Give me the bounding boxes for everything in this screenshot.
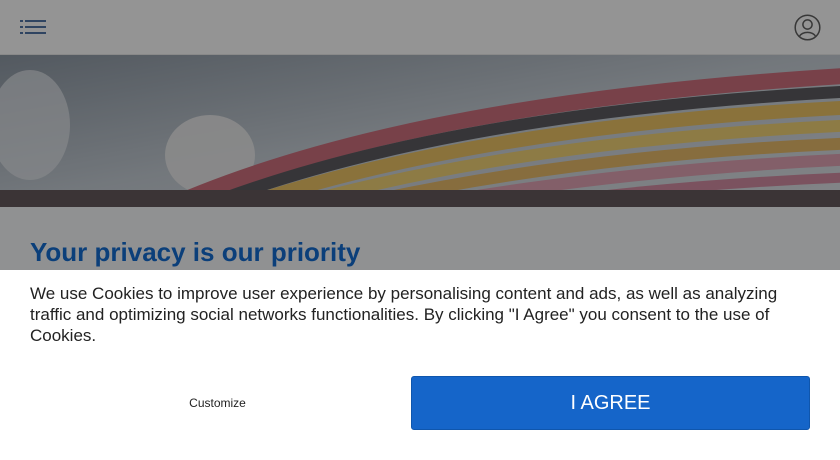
customize-button[interactable]: Customize bbox=[30, 376, 405, 430]
agree-button[interactable]: I AGREE bbox=[411, 376, 810, 430]
modal-overlay bbox=[0, 0, 840, 270]
cookie-message: We use Cookies to improve user experienc… bbox=[30, 284, 778, 345]
page-title: Your privacy is our priority bbox=[30, 237, 361, 267]
cookie-consent-panel: We use Cookies to improve user experienc… bbox=[0, 270, 840, 460]
